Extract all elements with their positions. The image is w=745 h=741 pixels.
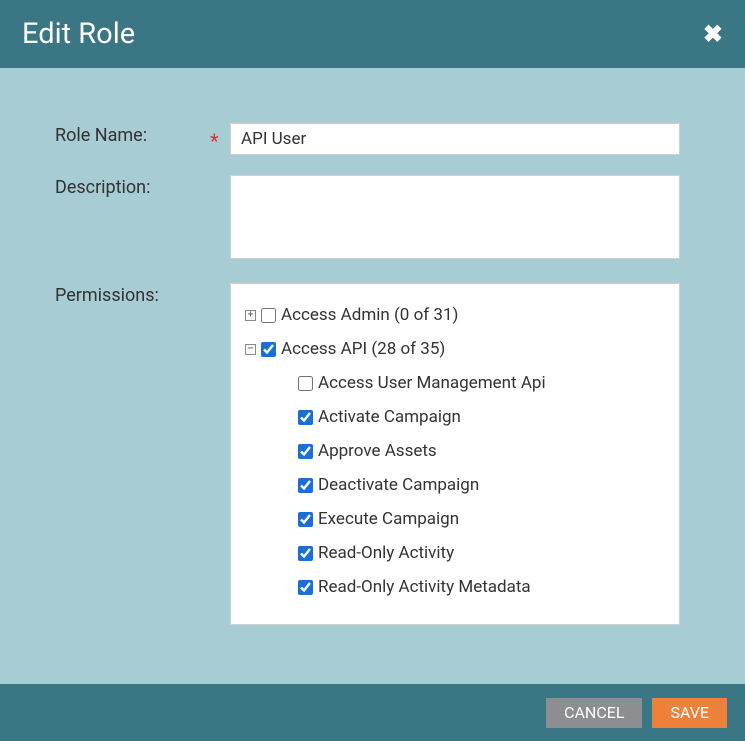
permission-checkbox[interactable] [298,410,313,425]
cancel-button[interactable]: CANCEL [546,698,642,728]
role-name-row: Role Name: * [55,123,680,155]
tree-node-access-admin[interactable]: + Access Admin (0 of 31) [245,298,669,332]
permission-checkbox[interactable] [298,478,313,493]
description-label: Description: [55,175,210,198]
role-name-input[interactable] [230,123,680,155]
collapse-toggle-icon[interactable]: − [245,344,256,355]
tree-node-label: Access API (28 of 35) [281,339,445,359]
expand-toggle-icon[interactable]: + [245,310,256,321]
description-row: Description: [55,175,680,263]
tree-node[interactable]: Access User Management Api [282,366,669,400]
tree-node-label: Read-Only Activity Metadata [318,577,531,597]
tree-node-label: Deactivate Campaign [318,475,479,495]
dialog-title: Edit Role [22,17,135,51]
tree-node[interactable]: Deactivate Campaign [282,468,669,502]
tree-node-label: Access User Management Api [318,373,546,393]
permission-checkbox[interactable] [298,376,313,391]
edit-role-dialog: Edit Role ✖ Role Name: * Description: Pe… [0,0,745,741]
permission-checkbox[interactable] [298,580,313,595]
permission-checkbox[interactable] [298,512,313,527]
dialog-header: Edit Role ✖ [0,0,745,68]
tree-node-label: Activate Campaign [318,407,461,427]
tree-node-access-api[interactable]: − Access API (28 of 35) [245,332,669,366]
dialog-footer: CANCEL SAVE [0,684,745,741]
save-button[interactable]: SAVE [652,698,727,728]
tree-node[interactable]: Read-Only Activity Metadata [282,570,669,604]
description-input[interactable] [230,175,680,259]
tree-node[interactable]: Execute Campaign [282,502,669,536]
permission-checkbox[interactable] [261,308,276,323]
tree-node-label: Access Admin (0 of 31) [281,305,458,325]
permission-checkbox[interactable] [298,444,313,459]
tree-children-access-api: Access User Management Api Activate Camp… [245,366,669,604]
permissions-label: Permissions: [55,283,210,306]
role-name-label: Role Name: [55,123,210,146]
tree-node[interactable]: Approve Assets [282,434,669,468]
close-icon[interactable]: ✖ [703,22,723,46]
tree-node-label: Approve Assets [318,441,437,461]
required-asterisk-icon: * [210,123,230,153]
permission-checkbox[interactable] [298,546,313,561]
tree-node[interactable]: Read-Only Activity [282,536,669,570]
permissions-row: Permissions: + Access Admin (0 of 31) − … [55,283,680,625]
tree-node-label: Execute Campaign [318,509,459,529]
dialog-body: Role Name: * Description: Permissions: + [0,68,745,684]
tree-node-label: Read-Only Activity [318,543,454,563]
permission-checkbox[interactable] [261,342,276,357]
permissions-tree[interactable]: + Access Admin (0 of 31) − Access API (2… [230,283,680,625]
tree-node[interactable]: Activate Campaign [282,400,669,434]
